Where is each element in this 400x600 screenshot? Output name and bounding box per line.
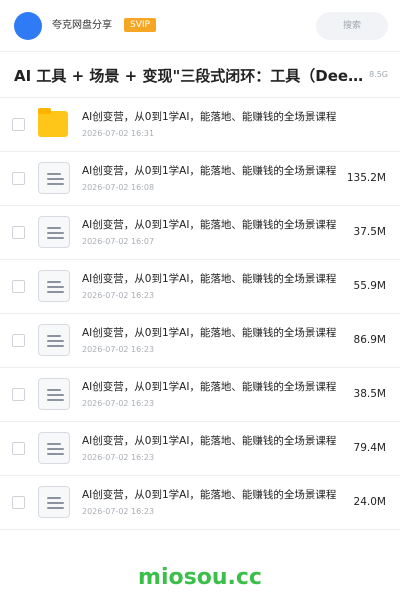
row-checkbox[interactable] [12, 442, 25, 455]
file-list: AI创变营，从0到1学AI，能落地、能赚钱的全场景课程 2026-07-02 1… [0, 98, 400, 530]
file-row[interactable]: AI创变营，从0到1学AI，能落地、能赚钱的全场景课程 2026-07-02 1… [0, 314, 400, 368]
file-size: 55.9M [353, 280, 386, 292]
row-checkbox[interactable] [12, 118, 25, 131]
row-checkbox[interactable] [12, 280, 25, 293]
page-title: AI 工具 + 场景 + 变现"三段式闭环：工具（DeepSeek [14, 67, 370, 85]
file-name: AI创变营，从0到1学AI，能落地、能赚钱的全场景课程 [82, 111, 337, 123]
file-date: 2026-07-02 16:07 [82, 237, 155, 246]
file-date: 2026-07-02 16:23 [82, 507, 155, 516]
file-name: AI创变营，从0到1学AI，能落地、能赚钱的全场景课程 [82, 327, 337, 339]
site-watermark: miosou.cc [138, 565, 262, 590]
file-size: 79.4M [353, 442, 386, 454]
document-icon [38, 216, 70, 248]
svip-badge: SVIP [124, 18, 156, 32]
file-size: 135.2M [346, 172, 386, 184]
document-icon [38, 324, 70, 356]
file-size: 86.9M [353, 334, 386, 346]
file-row[interactable]: AI创变营，从0到1学AI，能落地、能赚钱的全场景课程 2026-07-02 1… [0, 260, 400, 314]
document-icon [38, 162, 70, 194]
file-date: 2026-07-02 16:23 [82, 345, 155, 354]
file-row[interactable]: AI创变营，从0到1学AI，能落地、能赚钱的全场景课程 2026-07-02 1… [0, 206, 400, 260]
row-checkbox[interactable] [12, 388, 25, 401]
top-bar: 夸克网盘分享 SVIP 搜索 [0, 0, 400, 52]
file-size: 38.5M [353, 388, 386, 400]
row-checkbox[interactable] [12, 172, 25, 185]
file-date: 2026-07-02 16:23 [82, 399, 155, 408]
folder-title-bar: AI 工具 + 场景 + 变现"三段式闭环：工具（DeepSeek [0, 52, 400, 98]
file-date: 2026-07-02 16:31 [82, 129, 155, 138]
file-date: 2026-07-02 16:23 [82, 453, 155, 462]
brand-label: 夸克网盘分享 [52, 20, 112, 31]
file-name: AI创变营，从0到1学AI，能落地、能赚钱的全场景课程 [82, 165, 337, 177]
document-icon [38, 432, 70, 464]
file-size: 24.0M [353, 496, 386, 508]
document-icon [38, 270, 70, 302]
file-name: AI创变营，从0到1学AI，能落地、能赚钱的全场景课程 [82, 381, 337, 393]
search-input[interactable]: 搜索 [316, 12, 388, 40]
file-date: 2026-07-02 16:23 [82, 291, 155, 300]
document-icon [38, 378, 70, 410]
row-checkbox[interactable] [12, 496, 25, 509]
folder-icon [38, 108, 70, 140]
file-row[interactable]: AI创变营，从0到1学AI，能落地、能赚钱的全场景课程 2026-07-02 1… [0, 422, 400, 476]
file-row[interactable]: AI创变营，从0到1学AI，能落地、能赚钱的全场景课程 2026-07-02 1… [0, 98, 400, 152]
file-row[interactable]: AI创变营，从0到1学AI，能落地、能赚钱的全场景课程 2026-07-02 1… [0, 368, 400, 422]
file-name: AI创变营，从0到1学AI，能落地、能赚钱的全场景课程 [82, 435, 337, 447]
file-row[interactable]: AI创变营，从0到1学AI，能落地、能赚钱的全场景课程 2026-07-02 1… [0, 476, 400, 530]
row-checkbox[interactable] [12, 226, 25, 239]
document-icon [38, 486, 70, 518]
file-date: 2026-07-02 16:08 [82, 183, 155, 192]
file-name: AI创变营，从0到1学AI，能落地、能赚钱的全场景课程 [82, 273, 337, 285]
file-size: 37.5M [353, 226, 386, 238]
file-name: AI创变营，从0到1学AI，能落地、能赚钱的全场景课程 [82, 489, 337, 501]
row-checkbox[interactable] [12, 334, 25, 347]
folder-size: 8.5G [369, 70, 388, 79]
file-name: AI创变营，从0到1学AI，能落地、能赚钱的全场景课程 [82, 219, 337, 231]
file-row[interactable]: AI创变营，从0到1学AI，能落地、能赚钱的全场景课程 2026-07-02 1… [0, 152, 400, 206]
avatar[interactable] [14, 12, 42, 40]
